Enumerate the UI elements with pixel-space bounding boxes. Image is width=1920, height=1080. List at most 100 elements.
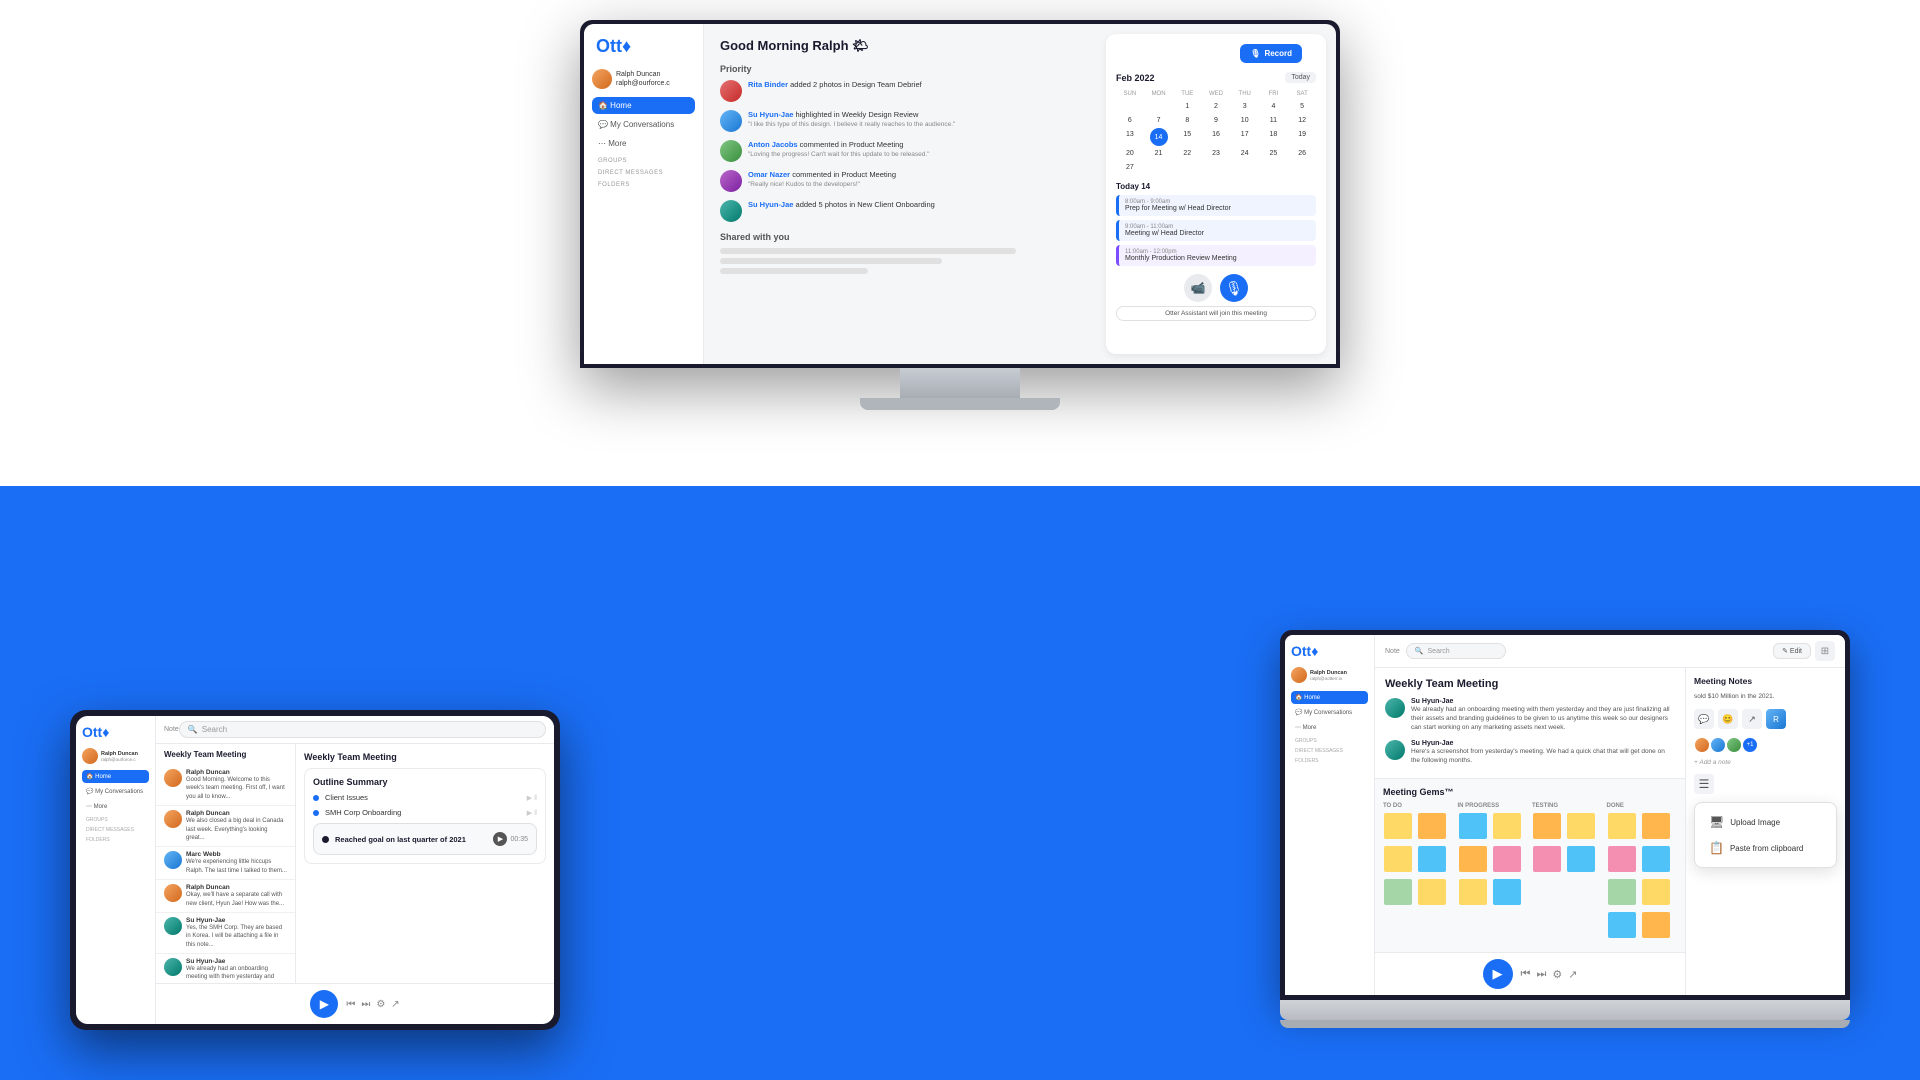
transcript-content: Su Hyun-Jae Here's a screenshot from yes…: [1411, 740, 1675, 765]
collaborator-avatar: [1694, 737, 1710, 753]
sticky-note: [1567, 846, 1595, 872]
bottom-controls: ⏮ ⏭ ⚙ ↗: [346, 999, 399, 1010]
monitor-screen: Ott♦ Ralph Duncan ralph@ourforce.c 🏠 Hom…: [580, 20, 1340, 368]
laptop-avatar: [1291, 667, 1307, 683]
sticky-note: [1459, 813, 1487, 839]
add-note-placeholder[interactable]: + Add a note: [1694, 759, 1837, 766]
skip-forward-icon[interactable]: ⏭: [361, 999, 370, 1010]
right-panel: 🎙 Record Feb 2022 Today SUN MON TUE WED …: [1106, 34, 1326, 354]
paste-clipboard-option[interactable]: 📋 Paste from clipboard: [1701, 835, 1830, 861]
laptop-nav-home[interactable]: 🏠 Home: [1291, 691, 1368, 704]
audio-controls: 📹 🎙: [1116, 274, 1316, 302]
laptop-nav-conversations[interactable]: 💬 My Conversations: [1291, 706, 1368, 719]
sticky-note: [1533, 813, 1561, 839]
chat-item[interactable]: Ralph Duncan We also closed a big deal i…: [156, 806, 295, 847]
reached-goal-item: Reached goal on last quarter of 2021 ▶ 0…: [313, 823, 537, 855]
tablet-sidebar: Ott♦ Ralph Duncan ralph@ourforce.c 🏠 Hom…: [76, 716, 156, 1024]
meeting-item[interactable]: 11:00am - 12:00pm Monthly Production Rev…: [1116, 245, 1316, 266]
share-icon[interactable]: ↗: [1568, 968, 1577, 981]
kanban-col-done: DONE: [1607, 803, 1678, 944]
chat-icon-btn[interactable]: 💬: [1694, 709, 1714, 729]
monitor-base: [860, 398, 1060, 410]
smile-icon-btn[interactable]: 😊: [1718, 709, 1738, 729]
sidebar-item-conversations[interactable]: 💬 My Conversations: [592, 116, 695, 133]
skip-back-icon[interactable]: ⏮: [1521, 968, 1531, 981]
laptop-logo: Ott♦: [1291, 643, 1368, 659]
outline-item: SMH Corp Onboarding ▶ ‖: [313, 808, 537, 817]
goal-text: Reached goal on last quarter of 2021: [335, 835, 487, 844]
sidebar-item-more[interactable]: ⋯ More: [592, 135, 695, 152]
list-icon[interactable]: ☰: [1694, 774, 1714, 794]
kanban-col-todo: TO DO: [1383, 803, 1454, 944]
activity-text: Omar Nazer commented in Product Meeting: [748, 170, 896, 181]
play-time: ▶ 00:35: [493, 832, 528, 846]
tablet-nav-conversations[interactable]: 💬 My Conversations: [82, 785, 149, 798]
chat-item[interactable]: Su Hyun-Jae We already had an onboarding…: [156, 954, 295, 983]
microphone-button[interactable]: 🎙: [1220, 274, 1248, 302]
monitor-stand: [900, 368, 1020, 398]
today-button[interactable]: Today: [1285, 72, 1316, 83]
activity-item: Rita Binder added 2 photos in Design Tea…: [720, 80, 1090, 102]
priority-label: Priority: [720, 64, 1090, 74]
chat-item[interactable]: Marc Webb We're experiencing little hicc…: [156, 847, 295, 880]
activity-avatar: [720, 170, 742, 192]
upload-image-option[interactable]: 🖥 Upload Image: [1701, 809, 1830, 835]
sidebar-item-home[interactable]: 🏠 Home: [592, 97, 695, 114]
tablet-device: Ott♦ Ralph Duncan ralph@ourforce.c 🏠 Hom…: [70, 710, 560, 1030]
laptop-nav-more[interactable]: ⋯ More: [1291, 721, 1368, 734]
tablet-search[interactable]: 🔍 Search: [179, 721, 546, 738]
notes-icons-row: 💬 😊 ↗ R: [1694, 709, 1837, 729]
collaborator-count: +1: [1742, 737, 1758, 753]
laptop-meeting-title: Weekly Team Meeting: [1385, 678, 1675, 690]
activity-item: Su Hyun-Jae highlighted in Weekly Design…: [720, 110, 1090, 132]
tablet-bottom-bar: ▶ ⏮ ⏭ ⚙ ↗: [156, 983, 554, 1024]
user-icon-btn[interactable]: R: [1766, 709, 1786, 729]
today-day[interactable]: 14: [1150, 128, 1168, 146]
laptop-search[interactable]: 🔍 Search: [1406, 643, 1506, 659]
tablet-groups-label: GROUPS: [86, 817, 149, 823]
settings-icon[interactable]: ⚙: [1552, 968, 1562, 981]
sticky-note: [1608, 912, 1636, 938]
edit-button[interactable]: ✎ Edit: [1773, 643, 1811, 659]
tablet-nav-home[interactable]: 🏠 Home: [82, 770, 149, 783]
meeting-item[interactable]: 9:00am - 11:00am Meeting w/ Head Directo…: [1116, 220, 1316, 241]
direct-messages-label: DIRECT MESSAGES: [598, 170, 695, 176]
sticky-note: [1459, 846, 1487, 872]
record-button[interactable]: 🎙 Record: [1240, 44, 1302, 63]
shared-bar: [720, 248, 1016, 254]
meeting-item[interactable]: 8:00am - 9:00am Prep for Meeting w/ Head…: [1116, 195, 1316, 216]
activity-content: Rita Binder added 2 photos in Design Tea…: [748, 80, 922, 91]
settings-icon[interactable]: ⚙: [376, 999, 385, 1010]
activity-sub: "Really nice! Kudos to the developers!": [748, 181, 896, 188]
play-button-sm[interactable]: ▶: [493, 832, 507, 846]
sticky-note: [1384, 813, 1412, 839]
share-icon[interactable]: ↗: [391, 999, 399, 1010]
skip-back-icon[interactable]: ⏮: [346, 999, 355, 1010]
sticky-note: [1642, 846, 1670, 872]
chat-item[interactable]: Su Hyun-Jae Yes, the SMH Corp. They are …: [156, 913, 295, 954]
sticky-note: [1533, 846, 1561, 872]
desktop-logo: Ott♦: [592, 36, 695, 57]
tablet-dm-label: DIRECT MESSAGES: [86, 827, 149, 833]
skip-forward-icon[interactable]: ⏭: [1536, 968, 1546, 981]
transcript-item: Su Hyun-Jae Here's a screenshot from yes…: [1385, 740, 1675, 765]
groups-label: GROUPS: [598, 158, 695, 164]
shared-label: Shared with you: [720, 232, 1090, 242]
sticky-note: [1608, 846, 1636, 872]
bullet-icon: [313, 810, 319, 816]
play-button-large[interactable]: ▶: [310, 990, 338, 1018]
share-icon-btn[interactable]: ↗: [1742, 709, 1762, 729]
chat-content: Ralph Duncan Good Morning. Welcome to th…: [186, 769, 287, 801]
chat-item[interactable]: Ralph Duncan Good Morning. Welcome to th…: [156, 765, 295, 806]
transcript-avatar: [1385, 740, 1405, 760]
tablet-logo: Ott♦: [82, 724, 149, 740]
laptop-device: Ott♦ Ralph Duncan ralph@ootterr.io 🏠 Hom…: [1280, 630, 1850, 1040]
settings-icon[interactable]: ⊞: [1815, 641, 1835, 661]
chat-avatar: [164, 917, 182, 935]
sticky-note: [1384, 879, 1412, 905]
video-button[interactable]: 📹: [1184, 274, 1212, 302]
laptop-play-button[interactable]: ▶: [1483, 959, 1513, 989]
tablet-nav-more[interactable]: ⋯ More: [82, 800, 149, 813]
chat-avatar: [164, 851, 182, 869]
chat-item[interactable]: Ralph Duncan Okay, we'll have a separate…: [156, 880, 295, 913]
